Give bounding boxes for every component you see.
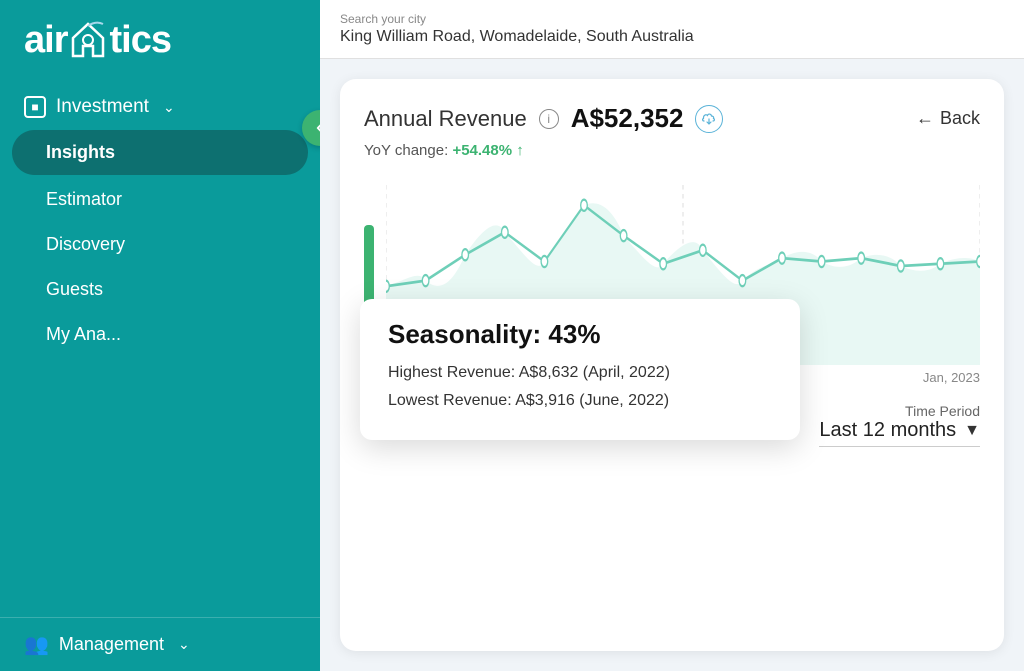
chart-dot-12 bbox=[858, 253, 865, 264]
yoy-change: YoY change: +54.48% ↑ bbox=[364, 142, 980, 159]
logo-icon bbox=[69, 18, 107, 62]
chart-dot-1 bbox=[422, 275, 429, 286]
brand-logo: air tics bbox=[24, 18, 171, 62]
download-icon[interactable] bbox=[695, 105, 723, 133]
investment-icon: ■ bbox=[24, 96, 46, 118]
info-icon[interactable]: i bbox=[539, 109, 559, 129]
chart-date-label: Jan, 2023 bbox=[923, 370, 980, 385]
management-label: Management bbox=[59, 634, 164, 655]
estimator-label: Estimator bbox=[46, 189, 122, 209]
time-period-chevron-icon[interactable]: ▼ bbox=[964, 422, 980, 440]
revenue-amount: A$52,352 bbox=[571, 103, 684, 134]
revenue-header: Annual Revenue i A$52,352 ← Back bbox=[364, 103, 980, 134]
investment-chevron: ⌄ bbox=[163, 99, 175, 116]
chart-dot-13 bbox=[898, 260, 905, 271]
people-icon: 👥 bbox=[24, 632, 49, 657]
chart-dot-6 bbox=[620, 230, 627, 241]
chart-dot-3 bbox=[502, 227, 509, 238]
cloud-download-icon bbox=[702, 112, 716, 126]
yoy-value: +54.48% ↑ bbox=[452, 142, 523, 159]
back-button[interactable]: ← Back bbox=[916, 108, 980, 129]
yoy-label: YoY change: bbox=[364, 142, 448, 159]
logo-area: air tics bbox=[0, 0, 320, 78]
back-label: Back bbox=[940, 108, 980, 129]
revenue-title: Annual Revenue bbox=[364, 106, 527, 132]
back-arrow-icon: ← bbox=[916, 108, 934, 129]
chart-dot-2 bbox=[462, 249, 469, 260]
search-input[interactable] bbox=[340, 28, 1004, 46]
sidebar-item-estimator[interactable]: Estimator bbox=[0, 177, 320, 222]
chart-dot-11 bbox=[818, 256, 825, 267]
revenue-card: Annual Revenue i A$52,352 ← Back YoY cha… bbox=[340, 79, 1004, 651]
sidebar-item-discovery[interactable]: Discovery bbox=[0, 222, 320, 267]
chart-dot-9 bbox=[739, 275, 746, 286]
my-analytics-label: My Ana... bbox=[46, 324, 121, 344]
chart-dot-14 bbox=[937, 258, 944, 269]
chart-dot-7 bbox=[660, 258, 667, 269]
sidebar-item-my-analytics[interactable]: My Ana... bbox=[0, 312, 320, 357]
tooltip-title: Seasonality: 43% bbox=[388, 319, 772, 350]
management-chevron: ⌄ bbox=[178, 636, 190, 653]
search-bar: Search your city bbox=[320, 0, 1024, 59]
time-period-label: Time Period bbox=[819, 403, 980, 419]
sidebar-item-insights[interactable]: Insights bbox=[12, 130, 308, 175]
sidebar-item-management[interactable]: 👥 Management ⌄ bbox=[0, 617, 320, 671]
search-label: Search your city bbox=[340, 12, 1004, 26]
house-icon bbox=[69, 18, 107, 62]
chevron-left-icon bbox=[311, 119, 320, 137]
seasonality-tooltip: Seasonality: 43% Highest Revenue: A$8,63… bbox=[360, 299, 800, 440]
sidebar-item-investment[interactable]: ■ Investment ⌄ bbox=[0, 86, 320, 128]
investment-label: Investment bbox=[56, 96, 149, 118]
chart-dot-0 bbox=[386, 281, 389, 292]
sidebar-nav: ■ Investment ⌄ Insights Estimator Discov… bbox=[0, 78, 320, 617]
tooltip-lowest: Lowest Revenue: A$3,916 (June, 2022) bbox=[388, 392, 772, 410]
sidebar: air tics ■ Investment ⌄ Insi bbox=[0, 0, 320, 671]
chart-dot-8 bbox=[700, 245, 707, 256]
main-content: Search your city Annual Revenue i A$52,3… bbox=[320, 0, 1024, 671]
sidebar-item-guests[interactable]: Guests bbox=[0, 267, 320, 312]
chart-dot-4 bbox=[541, 256, 548, 267]
insights-label: Insights bbox=[46, 142, 115, 162]
search-container: Search your city bbox=[340, 12, 1004, 46]
logo-text-before: air bbox=[24, 19, 67, 62]
chart-dot-10 bbox=[779, 253, 786, 264]
time-period-value: Last 12 months bbox=[819, 419, 956, 442]
chart-dot-5 bbox=[581, 200, 588, 211]
chart-dot-15 bbox=[977, 256, 980, 267]
discovery-label: Discovery bbox=[46, 234, 125, 254]
logo-text-after: tics bbox=[109, 19, 170, 62]
tooltip-highest: Highest Revenue: A$8,632 (April, 2022) bbox=[388, 364, 772, 382]
guests-label: Guests bbox=[46, 279, 103, 299]
